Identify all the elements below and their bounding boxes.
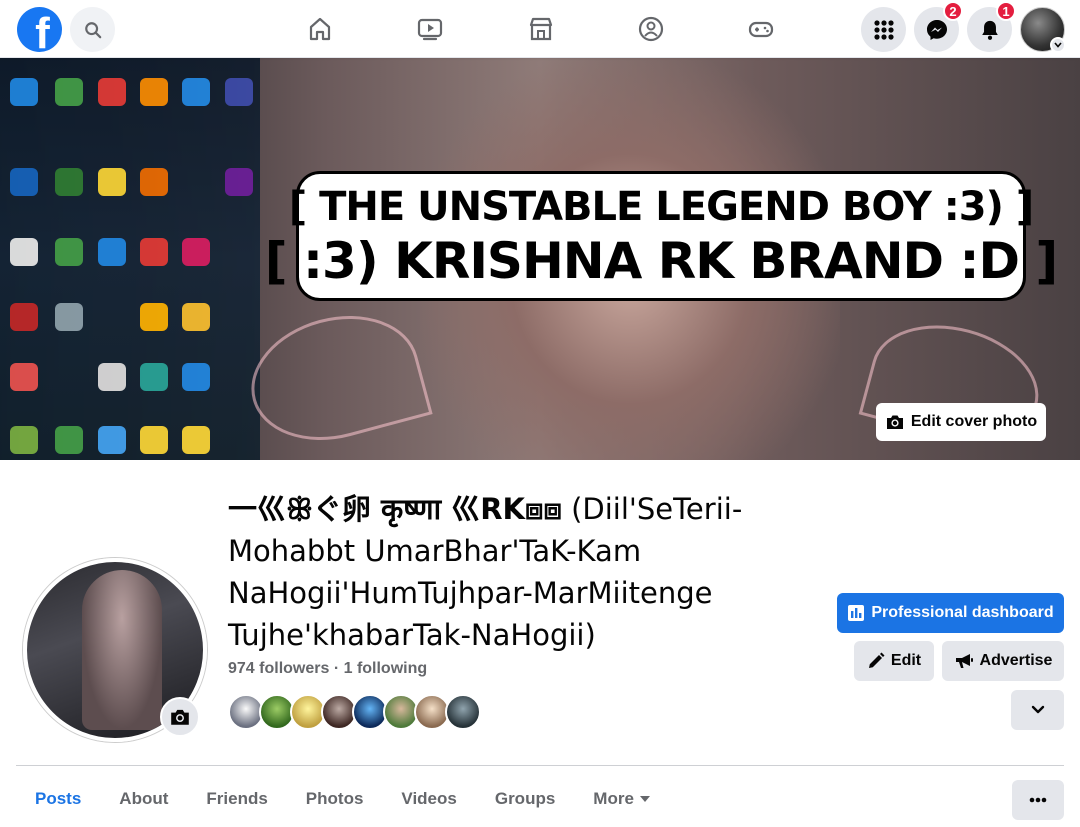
followers-count[interactable]: 974 followers · 1 following [228,660,427,678]
tab-friends[interactable]: Friends [187,777,286,821]
video-icon [417,18,443,41]
profile-divider [16,765,1064,766]
chevron-down-icon [1031,705,1044,714]
home-nav-button[interactable] [302,12,338,46]
tab-photos-label: Photos [305,789,364,808]
notifications-badge: 1 [996,1,1016,21]
chevron-down-icon [1050,37,1066,53]
profile-name-main: 一巛ꕥぐ卵 कृष्णा 巛RK⧈⧈ [228,492,562,526]
messenger-icon [926,19,947,40]
tab-videos-label: Videos [401,789,457,808]
messenger-badge: 2 [943,1,963,21]
cover-wing-left [237,298,433,458]
ellipsis-icon [1029,797,1047,803]
advertise-button[interactable]: Advertise [942,641,1064,681]
marketplace-icon [529,17,553,41]
dashboard-icon [848,605,865,621]
profile-tabs: Posts About Friends Photos Videos Groups… [16,777,669,821]
account-avatar[interactable] [1020,7,1066,53]
update-profile-picture-button[interactable] [160,697,200,737]
tab-groups[interactable]: Groups [476,777,574,821]
tab-about-label: About [119,789,169,808]
tab-friends-label: Friends [206,789,268,808]
edit-profile-button[interactable]: Edit [854,641,934,681]
tab-groups-label: Groups [494,789,556,808]
tab-photos[interactable]: Photos [287,777,383,821]
tab-more[interactable]: More [574,777,669,821]
profile-more-button[interactable] [1012,780,1064,820]
professional-dashboard-button[interactable]: Professional dashboard [837,593,1064,633]
gaming-nav-button[interactable] [743,12,779,46]
cover-banner-line2: [ :3) KRISHNA RK BRAND :D ] [264,232,1058,290]
menu-button[interactable] [861,7,906,52]
tab-posts[interactable]: Posts [16,777,100,821]
tab-videos[interactable]: Videos [382,777,475,821]
cover-photo: [ THE UNSTABLE LEGEND BOY :3) ] [ :3) KR… [0,58,1080,460]
bell-icon [981,20,998,40]
tab-about[interactable]: About [100,777,187,821]
cover-banner-line1: [ THE UNSTABLE LEGEND BOY :3) ] [288,184,1034,230]
facebook-logo[interactable]: f [17,7,62,52]
search-button[interactable] [70,7,115,52]
messenger-button[interactable]: 2 [914,1,963,52]
video-nav-button[interactable] [412,12,448,46]
top-navigation-bar: f 2 1 [0,0,1080,58]
search-icon [84,21,101,38]
edit-profile-label: Edit [890,652,922,669]
edit-cover-photo-button[interactable]: Edit cover photo [876,403,1046,441]
camera-icon [886,415,903,429]
gaming-icon [748,21,774,38]
pencil-icon [868,652,885,668]
home-icon [309,17,331,41]
groups-icon [638,16,664,42]
notifications-button[interactable]: 1 [967,1,1016,52]
groups-nav-button[interactable] [633,12,669,46]
facebook-logo-letter: f [35,9,50,53]
advertise-label: Advertise [979,652,1053,669]
cover-banner: [ THE UNSTABLE LEGEND BOY :3) ] [ :3) KR… [265,171,1058,301]
friend-avatar[interactable] [445,694,481,730]
professional-dashboard-label: Professional dashboard [871,604,1054,621]
camera-icon [171,709,189,725]
more-options-dropdown-button[interactable] [1011,690,1064,730]
friend-avatars [228,694,481,730]
tab-posts-label: Posts [35,789,82,808]
marketplace-nav-button[interactable] [523,12,559,46]
megaphone-icon [955,654,973,668]
profile-picture-figure [82,570,162,730]
caret-down-icon [639,796,650,802]
profile-name: 一巛ꕥぐ卵 कृष्णा 巛RK⧈⧈ (Diil'SeTerii-Mohabbt… [228,488,818,656]
grid-menu-icon [873,19,894,40]
tab-more-label: More [593,789,634,808]
cover-desktop-background [0,58,260,460]
edit-cover-label: Edit cover photo [910,413,1038,430]
